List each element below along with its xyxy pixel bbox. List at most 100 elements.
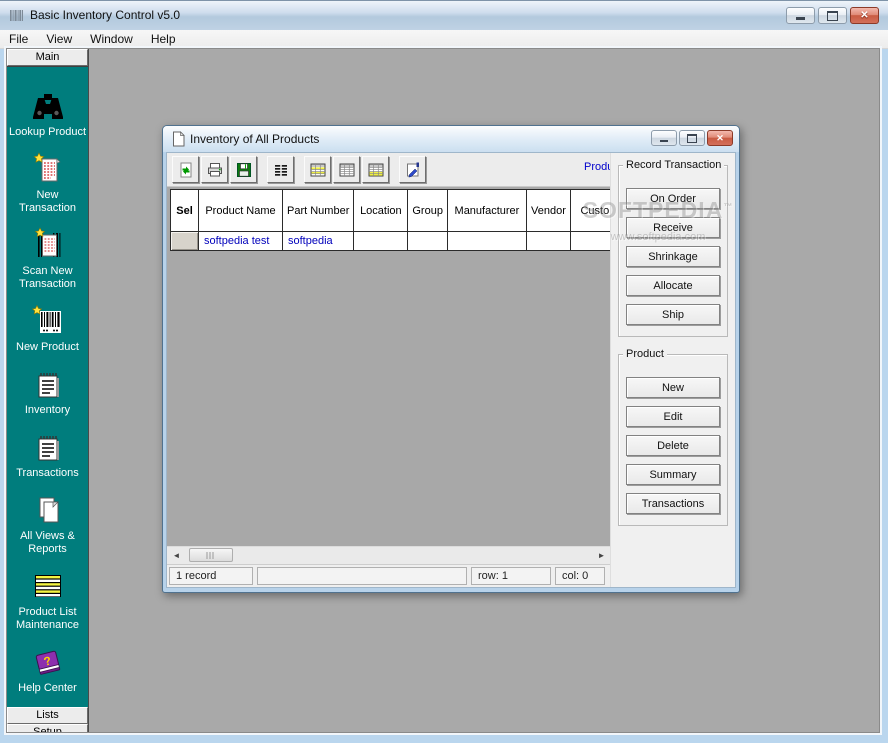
column-header-group[interactable]: Group (408, 190, 448, 232)
refresh-button[interactable] (172, 156, 199, 183)
menu-file[interactable]: File (0, 30, 37, 48)
child-titlebar[interactable]: Inventory of All Products ✕ (163, 126, 739, 152)
column-header-manufacturer[interactable]: Manufacturer (447, 190, 526, 232)
arrow-left-icon: ◄ (173, 551, 181, 560)
maximize-button[interactable] (818, 7, 847, 24)
group-title: Product (623, 348, 667, 360)
column-header-vendor[interactable]: Vendor (526, 190, 570, 232)
menubar: File View Window Help (0, 30, 888, 49)
product-edit-button[interactable]: Edit (626, 406, 720, 427)
sidebar-item-all-views-reports[interactable]: All Views & Reports (7, 492, 88, 556)
barcode-app-icon (9, 8, 24, 23)
menu-window[interactable]: Window (81, 30, 142, 48)
sidebar-item-new-transaction[interactable]: New Transaction (7, 151, 88, 215)
column-header-product-name[interactable]: Product Name (199, 190, 283, 232)
child-minimize-button[interactable] (651, 130, 677, 146)
cell-manufacturer (447, 232, 526, 251)
child-window-inventory: Inventory of All Products ✕ (162, 125, 740, 593)
sidebar-item-new-product[interactable]: New Product (7, 303, 88, 354)
close-icon: ✕ (716, 133, 724, 144)
child-close-button[interactable]: ✕ (707, 130, 733, 146)
new-receipt-icon (31, 151, 65, 187)
child-window-title: Inventory of All Products (190, 132, 319, 146)
notepad-icon (32, 429, 64, 465)
status-col-indicator: col: 0 (555, 567, 605, 585)
toolbar-products-label: Produ (584, 161, 613, 173)
grid-data-row[interactable]: softpedia test softpedia (171, 232, 629, 251)
new-barcode-icon (31, 303, 65, 339)
grid-plain-button[interactable] (333, 156, 360, 183)
column-header-location[interactable]: Location (354, 190, 408, 232)
save-button[interactable] (230, 156, 257, 183)
sidebar-item-help-center[interactable]: ? Help Center (7, 644, 88, 695)
window-title: Basic Inventory Control v5.0 (30, 8, 180, 22)
scroll-left-button[interactable]: ◄ (169, 548, 184, 563)
arrow-right-icon: ► (598, 551, 606, 560)
sidebar: Main Lookup Product New Transaction Scan… (7, 49, 89, 732)
minimize-button[interactable] (786, 7, 815, 24)
product-summary-button[interactable]: Summary (626, 464, 720, 485)
sidebar-item-transactions[interactable]: Transactions (7, 429, 88, 480)
close-button[interactable]: ✕ (850, 7, 879, 24)
row-selector-cell[interactable] (171, 232, 199, 251)
product-group: Product New Edit Delete Summary Transact… (618, 354, 728, 526)
striped-list-icon (32, 568, 64, 604)
grid-plain-icon (339, 162, 355, 178)
notepad-icon (32, 366, 64, 402)
documents-icon (31, 492, 65, 528)
sidebar-item-scan-new-transaction[interactable]: Scan New Transaction (7, 227, 88, 291)
grid-marked-icon (310, 162, 326, 178)
record-transaction-group: Record Transaction On Order Receive Shri… (618, 165, 728, 337)
column-header-part-number[interactable]: Part Number (283, 190, 354, 232)
column-header-sel[interactable]: Sel (171, 190, 199, 232)
on-order-button[interactable]: On Order (626, 188, 720, 209)
minimize-icon (796, 17, 805, 20)
cell-vendor (526, 232, 570, 251)
scan-receipt-icon (30, 227, 66, 263)
menu-view[interactable]: View (37, 30, 81, 48)
cell-location (354, 232, 408, 251)
scroll-right-button[interactable]: ► (594, 548, 609, 563)
sidebar-tab-setup[interactable]: Setup (7, 724, 88, 732)
maximize-icon (827, 11, 838, 21)
product-delete-button[interactable]: Delete (626, 435, 720, 456)
grid-partial-icon (368, 162, 384, 178)
ship-button[interactable]: Ship (626, 304, 720, 325)
print-button[interactable] (201, 156, 228, 183)
help-book-icon: ? (31, 644, 65, 680)
group-title: Record Transaction (623, 159, 724, 171)
status-row-indicator: row: 1 (471, 567, 551, 585)
cell-product-name: softpedia test (199, 232, 283, 251)
status-record-count: 1 record (169, 567, 253, 585)
cell-part-number: softpedia (283, 232, 354, 251)
scrollbar-thumb[interactable] (189, 548, 233, 562)
mdi-workspace: Main Lookup Product New Transaction Scan… (6, 48, 880, 733)
binoculars-icon (31, 88, 65, 124)
shrinkage-button[interactable]: Shrinkage (626, 246, 720, 267)
sidebar-item-product-list-maintenance[interactable]: Product List Maintenance (7, 568, 88, 632)
grid-partial-button[interactable] (362, 156, 389, 183)
save-icon (236, 162, 252, 178)
child-maximize-button[interactable] (679, 130, 705, 146)
product-new-button[interactable]: New (626, 377, 720, 398)
sidebar-item-lookup-product[interactable]: Lookup Product (7, 88, 88, 139)
grid-marked-button[interactable] (304, 156, 331, 183)
allocate-button[interactable]: Allocate (626, 275, 720, 296)
product-transactions-button[interactable]: Transactions (626, 493, 720, 514)
sidebar-tab-main[interactable]: Main (7, 49, 88, 66)
close-icon: ✕ (860, 10, 868, 21)
print-icon (207, 162, 223, 178)
properties-icon (405, 162, 421, 178)
sidebar-tab-lists[interactable]: Lists (7, 707, 88, 724)
document-icon (171, 131, 186, 150)
list-view-button[interactable] (267, 156, 294, 183)
sidebar-item-inventory[interactable]: Inventory (7, 366, 88, 417)
menu-help[interactable]: Help (142, 30, 185, 48)
status-message (257, 567, 467, 585)
list-view-icon (273, 162, 289, 178)
properties-button[interactable] (399, 156, 426, 183)
grip-icon (207, 552, 216, 559)
receive-button[interactable]: Receive (626, 217, 720, 238)
action-panel: Record Transaction On Order Receive Shri… (610, 153, 735, 587)
horizontal-scrollbar[interactable]: ◄ ► (167, 546, 611, 564)
